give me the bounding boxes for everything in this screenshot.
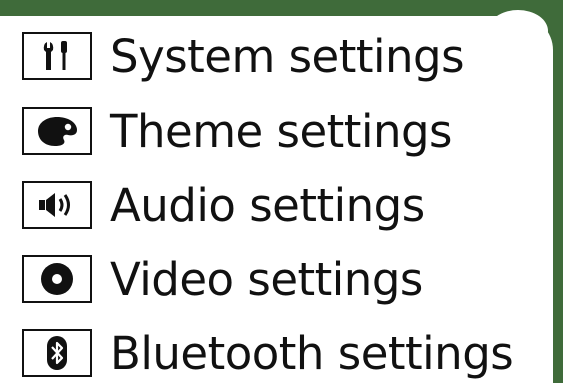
tools-icon — [22, 32, 92, 80]
menu-item-system-settings[interactable]: System settings — [22, 27, 552, 85]
menu-item-video-settings[interactable]: Video settings — [22, 250, 552, 308]
menu-item-bluetooth-settings[interactable]: Bluetooth settings — [22, 324, 552, 382]
menu-item-theme-settings[interactable]: Theme settings — [22, 102, 552, 160]
menu-item-label: Audio settings — [110, 178, 425, 232]
bluetooth-icon — [22, 329, 92, 377]
disc-icon — [22, 255, 92, 303]
menu-item-audio-settings[interactable]: Audio settings — [22, 176, 552, 234]
menu-item-label: Bluetooth settings — [110, 326, 514, 380]
background-frame — [0, 0, 563, 16]
speaker-icon — [22, 181, 92, 229]
palette-icon — [22, 107, 92, 155]
menu-item-label: System settings — [110, 29, 465, 83]
background-frame-right — [553, 0, 563, 383]
menu-item-label: Video settings — [110, 252, 423, 306]
menu-item-label: Theme settings — [110, 104, 452, 158]
